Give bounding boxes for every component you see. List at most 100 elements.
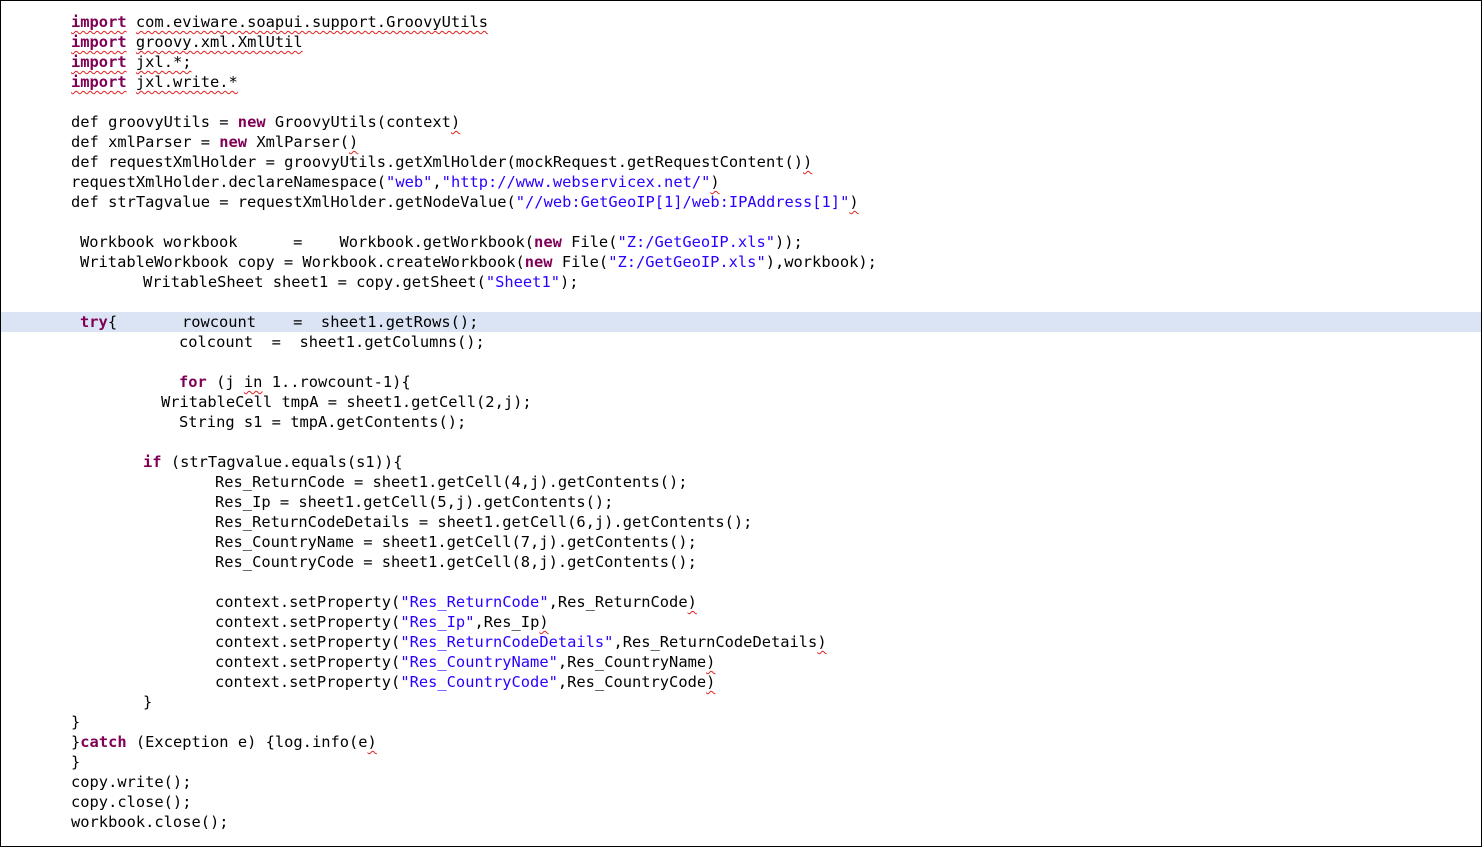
code-token: colcount = sheet1.getColumns(); [179, 333, 485, 351]
code-token: ) [710, 173, 720, 191]
keyword-token: new [524, 253, 553, 271]
code-line[interactable]: import com.eviware.soapui.support.Groovy… [1, 12, 1481, 32]
code-token: GroovyUtils(context [265, 113, 451, 131]
code-token: jxl.*; [135, 53, 192, 71]
code-token: ) [706, 653, 716, 671]
keyword-token: for [179, 373, 207, 391]
code-token: ) [803, 153, 813, 171]
code-token: ) [539, 613, 549, 631]
code-line[interactable] [1, 292, 1481, 312]
string-token: "Res_CountryName" [400, 653, 558, 671]
code-token: context.setProperty( [215, 633, 401, 651]
code-line[interactable]: WritableCell tmpA = sheet1.getCell(2,j); [1, 392, 1481, 412]
code-token: } [143, 693, 153, 711]
code-line[interactable]: }catch (Exception e) {log.info(e) [1, 732, 1481, 752]
keyword-token: import [71, 73, 127, 91]
string-token: "Z:/GetGeoIP.xls" [617, 233, 775, 251]
code-line[interactable]: Res_ReturnCode = sheet1.getCell(4,j).get… [1, 472, 1481, 492]
code-token: def xmlParser = [71, 133, 220, 151]
string-token: "web" [386, 173, 433, 191]
code-line[interactable]: WritableWorkbook copy = Workbook.createW… [1, 252, 1481, 272]
code-line[interactable]: Res_CountryName = sheet1.getCell(7,j).ge… [1, 532, 1481, 552]
code-line[interactable]: context.setProperty("Res_ReturnCodeDetai… [1, 632, 1481, 652]
keyword-token: try [80, 313, 108, 331]
code-token: context.setProperty( [215, 653, 401, 671]
code-line[interactable] [1, 92, 1481, 112]
code-line[interactable]: Res_ReturnCodeDetails = sheet1.getCell(6… [1, 512, 1481, 532]
code-line[interactable]: import groovy.xml.XmlUtil [1, 32, 1481, 52]
code-line[interactable] [1, 212, 1481, 232]
code-line[interactable]: colcount = sheet1.getColumns(); [1, 332, 1481, 352]
code-token: Res_CountryName = sheet1.getCell(7,j).ge… [215, 533, 697, 551]
code-line[interactable]: import jxl.*; [1, 52, 1481, 72]
code-line[interactable]: def groovyUtils = new GroovyUtils(contex… [1, 112, 1481, 132]
code-token: context.setProperty( [215, 593, 401, 611]
code-line[interactable]: Workbook workbook = Workbook.getWorkbook… [1, 232, 1481, 252]
code-line[interactable]: context.setProperty("Res_CountryCode",Re… [1, 672, 1481, 692]
keyword-token: if [143, 453, 162, 471]
code-token: ,Res_ReturnCode [548, 593, 688, 611]
code-token: def groovyUtils = [71, 113, 238, 131]
code-line[interactable]: def requestXmlHolder = groovyUtils.getXm… [1, 152, 1481, 172]
code-line[interactable]: import jxl.write.* [1, 72, 1481, 92]
code-line[interactable]: for (j in 1..rowcount-1){ [1, 372, 1481, 392]
code-token: ,Res_Ip [474, 613, 540, 631]
code-line[interactable]: copy.write(); [1, 772, 1481, 792]
string-token: "Res_Ip" [400, 613, 475, 631]
code-token: ) [450, 113, 461, 131]
code-token: ) [706, 673, 716, 691]
code-token: ) [849, 193, 859, 211]
code-token: context.setProperty( [215, 613, 401, 631]
code-line[interactable]: } [1, 692, 1481, 712]
code-token: com.eviware.soapui.support.GroovyUtils [135, 13, 488, 31]
code-token: ) [367, 733, 377, 751]
keyword-token: new [219, 133, 248, 151]
code-editor-window: import com.eviware.soapui.support.Groovy… [0, 0, 1482, 847]
code-token: { rowcount = sheet1.getRows(); [107, 313, 479, 331]
code-line[interactable]: String s1 = tmpA.getContents(); [1, 412, 1481, 432]
code-line[interactable] [1, 352, 1481, 372]
code-token: requestXmlHolder.declareNamespace( [71, 173, 387, 191]
code-area[interactable]: import com.eviware.soapui.support.Groovy… [1, 12, 1481, 832]
code-line[interactable]: workbook.close(); [1, 812, 1481, 832]
code-line[interactable]: Res_CountryCode = sheet1.getCell(8,j).ge… [1, 552, 1481, 572]
string-token: "Sheet1" [485, 273, 560, 291]
code-line[interactable] [1, 572, 1481, 592]
code-token: ),workbook); [765, 253, 877, 271]
code-line[interactable]: context.setProperty("Res_Ip",Res_Ip) [1, 612, 1481, 632]
code-line[interactable]: copy.close(); [1, 792, 1481, 812]
code-token: copy.close(); [71, 793, 192, 811]
code-token: ,Res_ReturnCodeDetails [613, 633, 818, 651]
keyword-token: import [71, 33, 127, 51]
code-line[interactable]: if (strTagvalue.equals(s1)){ [1, 452, 1481, 472]
code-token: Res_Ip = sheet1.getCell(5,j).getContents… [215, 493, 614, 511]
code-token: WritableCell tmpA = sheet1.getCell(2,j); [161, 393, 532, 411]
code-token: WritableWorkbook copy = Workbook.createW… [80, 253, 525, 271]
code-token: Workbook workbook = Workbook.getWorkbook… [80, 233, 535, 251]
code-line[interactable]: context.setProperty("Res_ReturnCode",Res… [1, 592, 1481, 612]
code-line[interactable] [1, 432, 1481, 452]
code-token: ,Res_CountryCode [557, 673, 707, 691]
code-token: def strTagvalue = requestXmlHolder.getNo… [71, 193, 516, 211]
keyword-token: new [237, 113, 266, 131]
code-token: (j [206, 373, 244, 391]
code-token: ) [817, 633, 827, 651]
string-token: "http://www.webservicex.net/" [441, 173, 711, 191]
code-token: ) [687, 593, 697, 611]
code-line[interactable]: def xmlParser = new XmlParser() [1, 132, 1481, 152]
keyword-token: new [534, 233, 562, 251]
code-line[interactable]: Res_Ip = sheet1.getCell(5,j).getContents… [1, 492, 1481, 512]
code-line[interactable]: WritableSheet sheet1 = copy.getSheet("Sh… [1, 272, 1481, 292]
code-token: (Exception e) {log.info(e [126, 733, 368, 751]
code-line[interactable]: } [1, 712, 1481, 732]
code-line[interactable]: } [1, 752, 1481, 772]
code-line-current[interactable]: try{ rowcount = sheet1.getRows(); [1, 312, 1481, 332]
code-line[interactable]: context.setProperty("Res_CountryName",Re… [1, 652, 1481, 672]
keyword-token: catch [80, 733, 127, 751]
code-line[interactable]: requestXmlHolder.declareNamespace("web",… [1, 172, 1481, 192]
code-token: jxl.write.* [135, 73, 238, 91]
code-line[interactable]: def strTagvalue = requestXmlHolder.getNo… [1, 192, 1481, 212]
